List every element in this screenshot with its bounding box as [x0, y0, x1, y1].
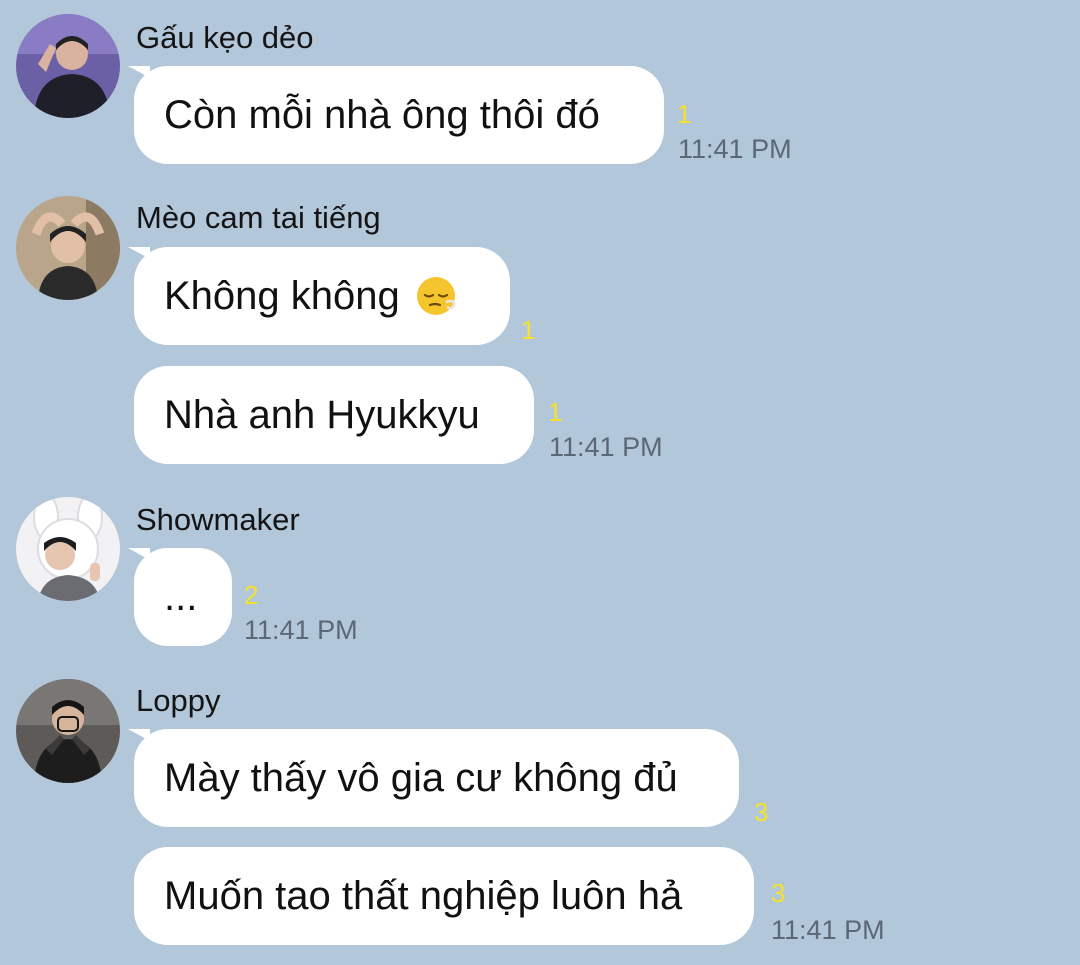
- avatar[interactable]: [16, 14, 120, 118]
- sleepy-face-emoji-icon: [416, 275, 458, 317]
- unread-count: 3: [754, 797, 769, 827]
- message-text: Muốn tao thất nghiệp luôn hả: [164, 873, 683, 918]
- unread-count: 1: [521, 315, 536, 345]
- sender-name: Mèo cam tai tiếng: [136, 200, 381, 235]
- message-time: 11:41 PM: [244, 615, 358, 645]
- user-avatar-photo-icon: [16, 679, 120, 783]
- unread-count: 1: [677, 99, 692, 129]
- message-text: Còn mỗi nhà ông thôi đó: [164, 92, 600, 137]
- user-avatar-photo-icon: [16, 14, 120, 118]
- avatar[interactable]: [16, 497, 120, 601]
- sender-name: Showmaker: [136, 502, 300, 537]
- message-text: ...: [164, 574, 198, 619]
- unread-count: 1: [548, 397, 563, 427]
- message-text: Không không: [164, 273, 400, 318]
- message-time: 11:41 PM: [678, 134, 792, 164]
- message-bubble[interactable]: Mày thấy vô gia cư không đủ: [134, 729, 739, 827]
- sender-name: Loppy: [136, 683, 221, 718]
- message-time: 11:41 PM: [771, 915, 885, 945]
- message-time: 11:41 PM: [549, 432, 663, 462]
- unread-count: 2: [244, 580, 259, 610]
- message-bubble[interactable]: Không không: [134, 247, 510, 345]
- avatar[interactable]: [16, 196, 120, 300]
- avatar[interactable]: [16, 679, 120, 783]
- message-bubble[interactable]: Muốn tao thất nghiệp luôn hả: [134, 847, 754, 945]
- user-avatar-photo-icon: [16, 196, 120, 300]
- message-bubble[interactable]: Còn mỗi nhà ông thôi đó: [134, 66, 664, 164]
- user-avatar-photo-icon: [16, 497, 120, 601]
- sender-name: Gấu kẹo dẻo: [136, 20, 314, 55]
- message-text: Nhà anh Hyukkyu: [164, 392, 480, 437]
- message-text: Mày thấy vô gia cư không đủ: [164, 755, 678, 800]
- message-bubble[interactable]: Nhà anh Hyukkyu: [134, 366, 534, 464]
- unread-count: 3: [771, 878, 786, 908]
- message-bubble[interactable]: ...: [134, 548, 232, 646]
